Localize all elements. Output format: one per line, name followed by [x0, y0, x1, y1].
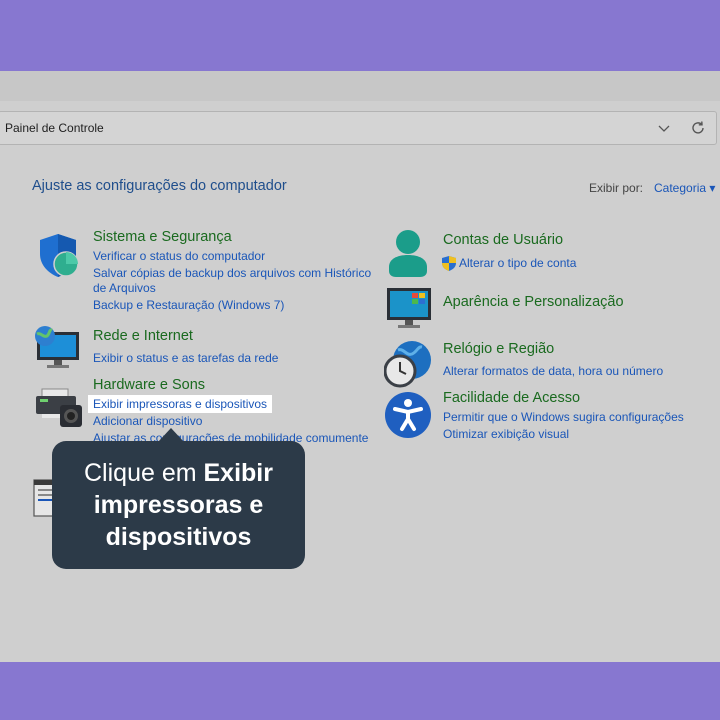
category-title-appearance[interactable]: Aparência e Personalização — [443, 294, 624, 310]
link-file-history[interactable]: Salvar cópias de backup dos arquivos com… — [93, 266, 371, 280]
highlighted-link-text[interactable]: Exibir impressoras e dispositivos — [88, 395, 273, 413]
instruction-tooltip: Clique em Exibir impressoras e dispositi… — [52, 441, 305, 569]
tooltip-line-3: dispositivos — [105, 523, 252, 551]
dropdown-arrow-icon: ▾ — [709, 181, 716, 195]
link-check-status[interactable]: Verificar o status do computador — [93, 249, 265, 263]
category-title-clock-region[interactable]: Relógio e Região — [443, 341, 554, 357]
view-by-dropdown[interactable]: Categoria ▾ — [654, 181, 715, 195]
link-backup-restore[interactable]: Backup e Restauração (Windows 7) — [93, 298, 284, 312]
view-by-value: Categoria — [654, 181, 707, 195]
network-icon[interactable] — [33, 324, 83, 375]
link-windows-suggest[interactable]: Permitir que o Windows sugira configuraç… — [443, 410, 684, 424]
accessibility-icon[interactable] — [384, 391, 432, 444]
address-text: Painel de Controle — [5, 121, 104, 135]
link-change-formats[interactable]: Alterar formatos de data, hora ou número — [443, 364, 663, 378]
link-optimize-visual[interactable]: Otimizar exibição visual — [443, 427, 569, 441]
tooltip-line-1: Clique em Exibir — [52, 457, 305, 489]
view-by-label: Exibir por: — [589, 181, 644, 195]
uac-shield-icon — [442, 256, 456, 276]
tooltip-prefix: Clique em — [84, 459, 204, 487]
link-add-device[interactable]: Adicionar dispositivo — [93, 414, 202, 428]
category-title-hardware[interactable]: Hardware e Sons — [93, 377, 205, 393]
control-panel-window: Painel de Controle Ajuste as configuraçõ… — [0, 71, 720, 662]
tooltip-arrow — [158, 428, 184, 442]
printer-icon[interactable] — [34, 387, 84, 436]
clock-globe-icon[interactable] — [383, 338, 432, 393]
shield-icon[interactable] — [36, 232, 80, 283]
link-network-status[interactable]: Exibir o status e as tarefas da rede — [93, 351, 278, 365]
tooltip-line-2: impressoras e — [93, 491, 264, 519]
user-icon[interactable] — [387, 229, 429, 284]
chevron-down-icon[interactable] — [655, 119, 673, 137]
address-bar[interactable]: Painel de Controle — [0, 111, 717, 145]
page-title: Ajuste as configurações do computador — [32, 178, 287, 194]
link-file-history-cont[interactable]: de Arquivos — [93, 281, 156, 295]
category-title-accessibility[interactable]: Facilidade de Acesso — [443, 390, 580, 406]
category-title-user-accounts[interactable]: Contas de Usuário — [443, 232, 563, 248]
tooltip-bold: Exibir — [203, 459, 273, 487]
category-title-system-security[interactable]: Sistema e Segurança — [93, 229, 232, 245]
refresh-icon[interactable] — [689, 119, 707, 137]
monitor-icon[interactable] — [386, 287, 432, 334]
title-strip — [0, 71, 720, 101]
link-change-account-type[interactable]: Alterar o tipo de conta — [459, 256, 576, 270]
category-title-network[interactable]: Rede e Internet — [93, 328, 193, 344]
link-devices-printers[interactable]: Exibir impressoras e dispositivos — [88, 395, 273, 413]
